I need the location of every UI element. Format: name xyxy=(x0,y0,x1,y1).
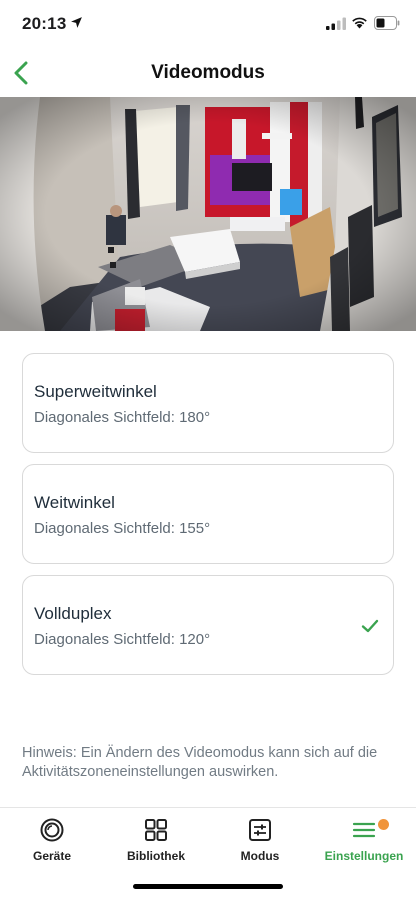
hint-text: Hinweis: Ein Ändern des Videomodus kann … xyxy=(22,745,378,780)
option-title: Vollduplex xyxy=(34,604,112,623)
option-superweitwinkel[interactable]: Superweitwinkel Diagonales Sichtfeld: 18… xyxy=(22,353,394,453)
status-bar: 20:13 xyxy=(0,0,416,46)
option-subtitle: Diagonales Sichtfeld: 120° xyxy=(34,631,211,648)
tab-label: Geräte xyxy=(32,849,72,863)
tab-modus[interactable]: Modus xyxy=(208,817,312,873)
page-title: Videomodus xyxy=(151,62,265,83)
grid-icon xyxy=(145,819,167,841)
tab-label: Einstellungen xyxy=(324,849,404,863)
option-weitwinkel[interactable]: Weitwinkel Diagonales Sichtfeld: 155° xyxy=(22,464,394,564)
checkmark-icon xyxy=(361,619,379,633)
home-indicator xyxy=(133,884,283,889)
tab-geraete[interactable]: Geräte xyxy=(0,817,104,873)
sliders-icon xyxy=(249,819,271,841)
option-subtitle: Diagonales Sichtfeld: 155° xyxy=(34,520,211,537)
nav-bar: Videomodus xyxy=(0,50,416,96)
location-arrow-icon xyxy=(71,17,82,28)
option-title: Superweitwinkel xyxy=(34,382,157,401)
tab-label: Bibliothek xyxy=(126,849,185,863)
video-mode-options: Superweitwinkel Diagonales Sichtfeld: 18… xyxy=(22,353,394,686)
status-time: 20:13 xyxy=(22,14,67,33)
battery-icon xyxy=(374,16,400,30)
devices-icon xyxy=(40,818,64,842)
notification-badge xyxy=(378,819,389,830)
tab-einstellungen[interactable]: Einstellungen xyxy=(312,817,416,873)
camera-preview-image xyxy=(0,97,416,331)
option-vollduplex[interactable]: Vollduplex Diagonales Sichtfeld: 120° xyxy=(22,575,394,675)
cellular-signal-icon xyxy=(326,17,346,30)
tab-label: Modus xyxy=(240,849,280,863)
option-title: Weitwinkel xyxy=(34,493,115,512)
option-subtitle: Diagonales Sichtfeld: 180° xyxy=(34,409,211,426)
menu-icon xyxy=(352,822,376,838)
tab-bibliothek[interactable]: Bibliothek xyxy=(104,817,208,873)
wifi-icon xyxy=(352,17,367,29)
